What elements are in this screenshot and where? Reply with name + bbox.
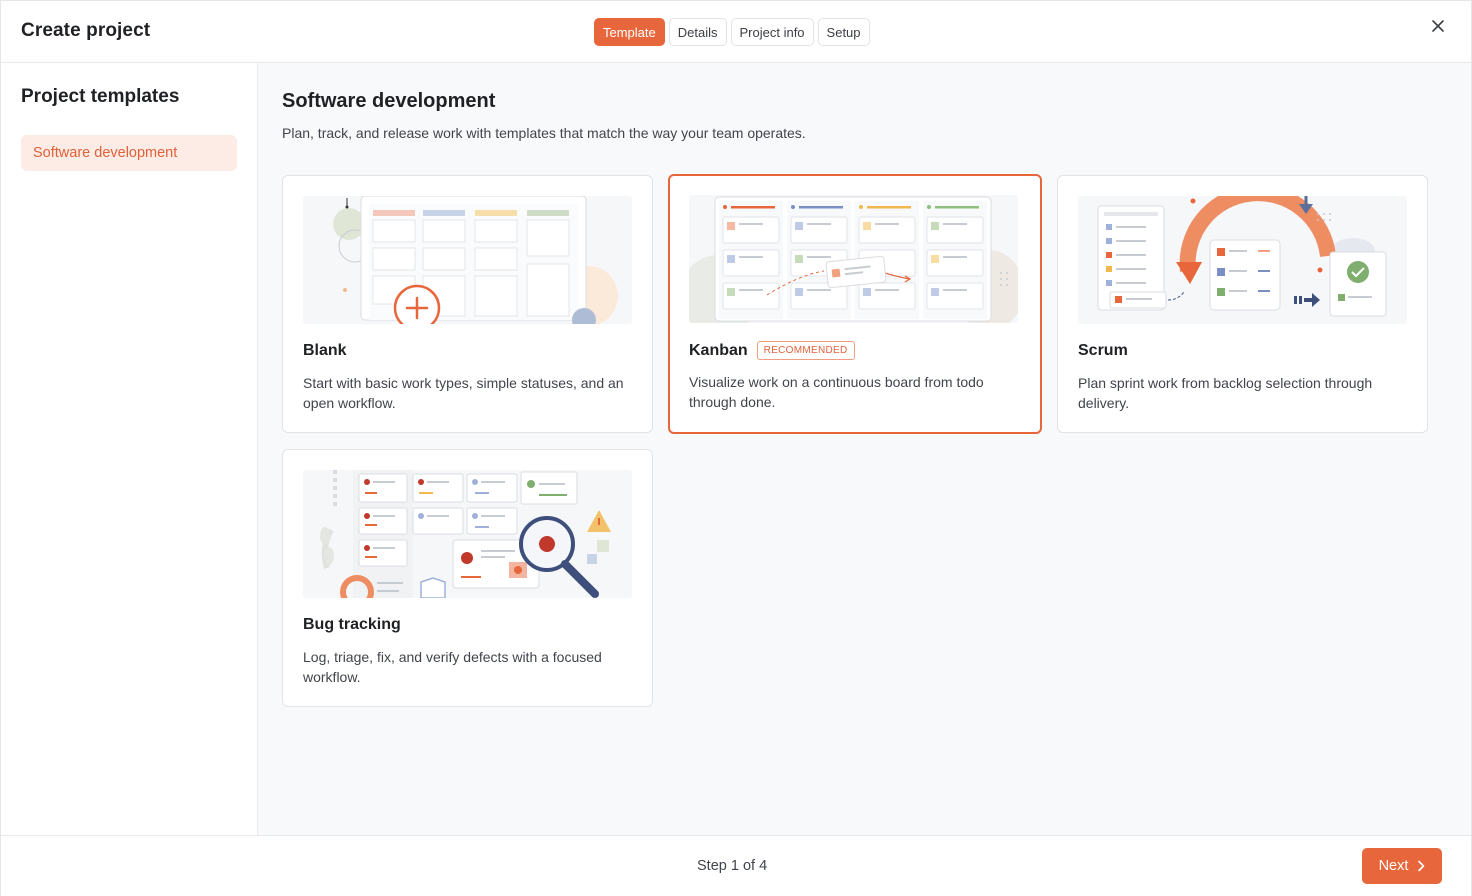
sidebar-item-label: Software development xyxy=(33,145,178,161)
tab-setup[interactable]: Setup xyxy=(817,18,870,46)
create-project-modal: Create project Template Details Project … xyxy=(0,0,1472,896)
close-button[interactable] xyxy=(1427,15,1449,37)
template-illustration xyxy=(303,196,632,324)
recommended-badge: RECOMMENDED xyxy=(756,341,855,360)
chevron-right-icon xyxy=(1418,860,1425,872)
step-tabs: Template Details Project info Setup xyxy=(594,18,870,46)
template-title: Bug tracking xyxy=(303,616,401,633)
modal-footer: Step 1 of 4 Next xyxy=(1,835,1471,896)
sidebar-title: Project templates xyxy=(21,86,180,107)
template-description: Plan sprint work from backlog selection … xyxy=(1078,375,1373,411)
blank-board-plus-illustration xyxy=(333,196,618,324)
step-counter: Step 1 of 4 xyxy=(697,858,768,874)
next-button-label: Next xyxy=(1378,858,1409,874)
tab-project-info[interactable]: Project info xyxy=(730,18,814,46)
template-card-bug-tracking[interactable]: Bug tracking Log, triage, fix, and verif… xyxy=(282,449,653,707)
template-description: Start with basic work types, simple stat… xyxy=(303,375,624,411)
section-title: Software development xyxy=(282,90,496,112)
tab-template[interactable]: Template xyxy=(594,18,665,46)
template-card-kanban[interactable]: Kanban RECOMMENDED Visualize work on a c… xyxy=(668,174,1042,434)
modal-title: Create project xyxy=(21,20,151,41)
tab-details[interactable]: Details xyxy=(668,18,727,46)
template-title: Kanban RECOMMENDED xyxy=(689,341,855,360)
close-icon xyxy=(1432,20,1444,32)
template-title: Scrum xyxy=(1078,342,1128,359)
main-content: Software development Plan, track, and re… xyxy=(258,63,1471,835)
template-illustration xyxy=(303,470,632,598)
template-illustration xyxy=(689,195,1018,323)
sidebar-item-software-development[interactable]: Software development xyxy=(21,135,237,171)
modal-header: Create project Template Details Project … xyxy=(1,1,1471,63)
sprint-cycle-illustration xyxy=(1097,196,1387,317)
template-title: Blank xyxy=(303,342,347,359)
template-illustration xyxy=(1078,196,1407,324)
section-description: Plan, track, and release work with templ… xyxy=(282,125,806,141)
sidebar: Project templates Software development xyxy=(1,63,258,835)
template-card-scrum[interactable]: Scrum Plan sprint work from backlog sele… xyxy=(1057,175,1428,433)
template-card-blank[interactable]: Blank Start with basic work types, simpl… xyxy=(282,175,653,433)
bug-magnifier-illustration xyxy=(320,470,611,598)
kanban-board-illustration xyxy=(689,196,1018,323)
template-description: Visualize work on a continuous board fro… xyxy=(689,374,984,410)
template-description: Log, triage, fix, and verify defects wit… xyxy=(303,649,602,685)
next-button[interactable]: Next xyxy=(1362,848,1442,884)
